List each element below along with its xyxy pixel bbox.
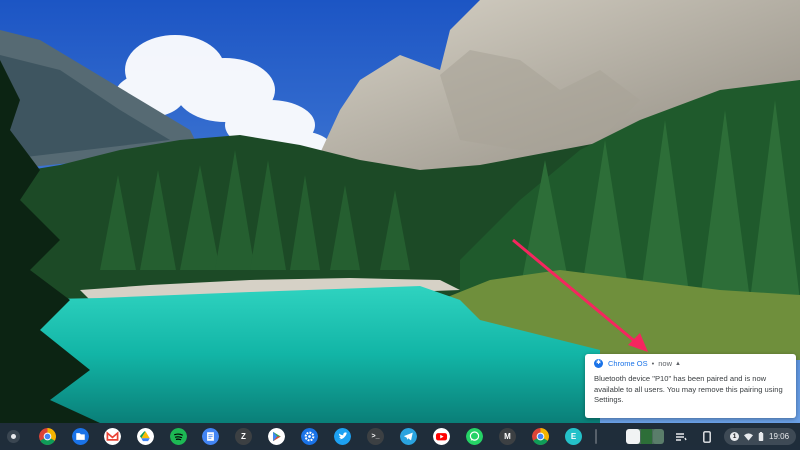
e-app-icon[interactable]: E bbox=[565, 428, 582, 445]
play-store-icon[interactable] bbox=[268, 428, 285, 445]
notification-app-name: Chrome OS bbox=[608, 359, 648, 368]
twitter-icon[interactable] bbox=[334, 428, 351, 445]
google-docs-icon[interactable] bbox=[202, 428, 219, 445]
bluetooth-icon: ✱ bbox=[594, 359, 603, 368]
shelf-divider bbox=[595, 429, 597, 444]
telegram-icon[interactable] bbox=[400, 428, 417, 445]
youtube-icon[interactable] bbox=[433, 428, 450, 445]
status-area[interactable]: 1 19:06 bbox=[724, 428, 796, 445]
google-drive-icon[interactable] bbox=[137, 428, 154, 445]
notification-message: Bluetooth device "P10" has been paired a… bbox=[594, 374, 783, 404]
wifi-icon bbox=[744, 432, 753, 441]
bluetooth-pairing-notification[interactable]: ✱ Chrome OS • now ▲ Bluetooth device "P1… bbox=[585, 354, 796, 418]
m-app-icon[interactable]: M bbox=[499, 428, 516, 445]
notification-time: now bbox=[658, 359, 673, 368]
clock-time: 19:06 bbox=[769, 432, 790, 441]
settings-icon[interactable] bbox=[301, 428, 318, 445]
spotify-icon[interactable] bbox=[170, 428, 187, 445]
launcher-icon[interactable] bbox=[7, 430, 20, 443]
clipboard-history-icon[interactable] bbox=[672, 429, 690, 444]
notification-separator: • bbox=[651, 359, 655, 368]
chrome-icon[interactable] bbox=[39, 428, 56, 445]
chrome-beta-icon[interactable] bbox=[532, 428, 549, 445]
battery-icon bbox=[758, 432, 764, 441]
holding-space-thumbnail[interactable] bbox=[626, 429, 664, 444]
notification-count-badge: 1 bbox=[730, 432, 739, 441]
chevron-up-icon[interactable]: ▲ bbox=[675, 361, 681, 367]
zoom-icon[interactable]: Z bbox=[235, 428, 252, 445]
shelf: Z >_ M E 1 19:06 bbox=[0, 423, 800, 450]
whatsapp-icon[interactable] bbox=[466, 428, 483, 445]
phone-hub-icon[interactable] bbox=[698, 429, 716, 444]
notification-header: ✱ Chrome OS • now ▲ bbox=[594, 359, 681, 368]
terminal-icon[interactable]: >_ bbox=[367, 428, 384, 445]
files-icon[interactable] bbox=[72, 428, 89, 445]
gmail-icon[interactable] bbox=[104, 428, 121, 445]
